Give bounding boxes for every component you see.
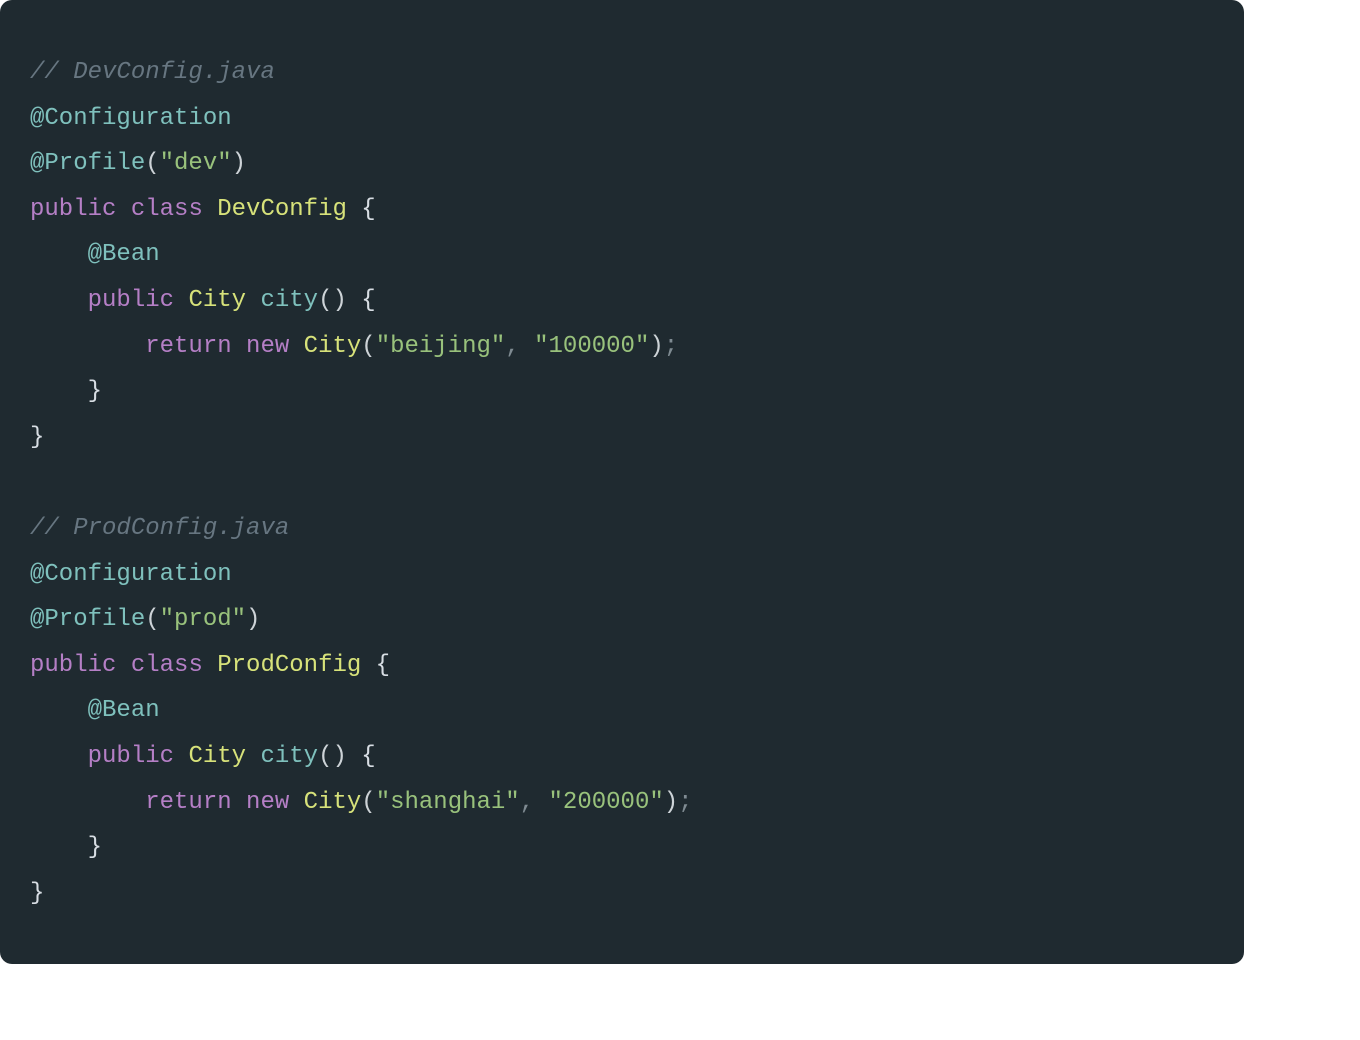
keyword: new (246, 333, 289, 360)
paren: ) (649, 333, 663, 360)
annotation: @Configuration (30, 105, 232, 132)
string: "200000" (549, 789, 664, 816)
keyword: public (88, 743, 174, 770)
paren: ( (145, 150, 159, 177)
code-line: public class DevConfig { (30, 196, 376, 223)
comment: // ProdConfig.java (30, 515, 289, 542)
paren: () (318, 743, 347, 770)
code-line: @Configuration (30, 561, 232, 588)
paren: () (318, 287, 347, 314)
brace: } (88, 834, 102, 861)
code-line: // ProdConfig.java (30, 515, 289, 542)
paren: ) (664, 789, 678, 816)
method: city (260, 743, 318, 770)
annotation: @Profile (30, 606, 145, 633)
code-block: // DevConfig.java @Configuration @Profil… (0, 0, 1244, 964)
code-line: public class ProdConfig { (30, 652, 390, 679)
keyword: public (88, 287, 174, 314)
keyword: class (131, 196, 203, 223)
code-line: public City city() { (30, 287, 376, 314)
code-line: @Bean (30, 241, 160, 268)
code-line: } (30, 834, 102, 861)
code-line: } (30, 424, 44, 451)
string: "100000" (534, 333, 649, 360)
brace: { (347, 196, 376, 223)
method: city (260, 287, 318, 314)
comment: // DevConfig.java (30, 59, 275, 86)
string: "dev" (160, 150, 232, 177)
code-line (30, 469, 44, 496)
code-line: @Profile("prod") (30, 606, 260, 633)
paren: ( (145, 606, 159, 633)
annotation: @Bean (88, 697, 160, 724)
paren: ) (232, 150, 246, 177)
paren: ( (361, 789, 375, 816)
keyword: class (131, 652, 203, 679)
keyword: return (145, 333, 231, 360)
type: City (304, 789, 362, 816)
code-line: return new City("beijing", "100000"); (30, 333, 678, 360)
type: DevConfig (217, 196, 347, 223)
type: City (188, 743, 246, 770)
brace: { (361, 652, 390, 679)
paren: ( (361, 333, 375, 360)
brace: } (88, 378, 102, 405)
code-line: @Profile("dev") (30, 150, 246, 177)
annotation: @Profile (30, 150, 145, 177)
keyword: public (30, 196, 116, 223)
code-line: @Configuration (30, 105, 232, 132)
type: City (188, 287, 246, 314)
comma: , (520, 789, 534, 816)
brace: } (30, 424, 44, 451)
code-line: @Bean (30, 697, 160, 724)
string: "beijing" (376, 333, 506, 360)
comma: , (505, 333, 519, 360)
semicolon: ; (678, 789, 692, 816)
string: "shanghai" (376, 789, 520, 816)
type: City (304, 333, 362, 360)
code-line: // DevConfig.java (30, 59, 275, 86)
annotation: @Bean (88, 241, 160, 268)
code-line: return new City("shanghai", "200000"); (30, 789, 693, 816)
code-line: } (30, 880, 44, 907)
brace: } (30, 880, 44, 907)
code-line: public City city() { (30, 743, 376, 770)
type: ProdConfig (217, 652, 361, 679)
keyword: public (30, 652, 116, 679)
keyword: new (246, 789, 289, 816)
code-line: } (30, 378, 102, 405)
annotation: @Configuration (30, 561, 232, 588)
keyword: return (145, 789, 231, 816)
semicolon: ; (664, 333, 678, 360)
paren: ) (246, 606, 260, 633)
string: "prod" (160, 606, 246, 633)
